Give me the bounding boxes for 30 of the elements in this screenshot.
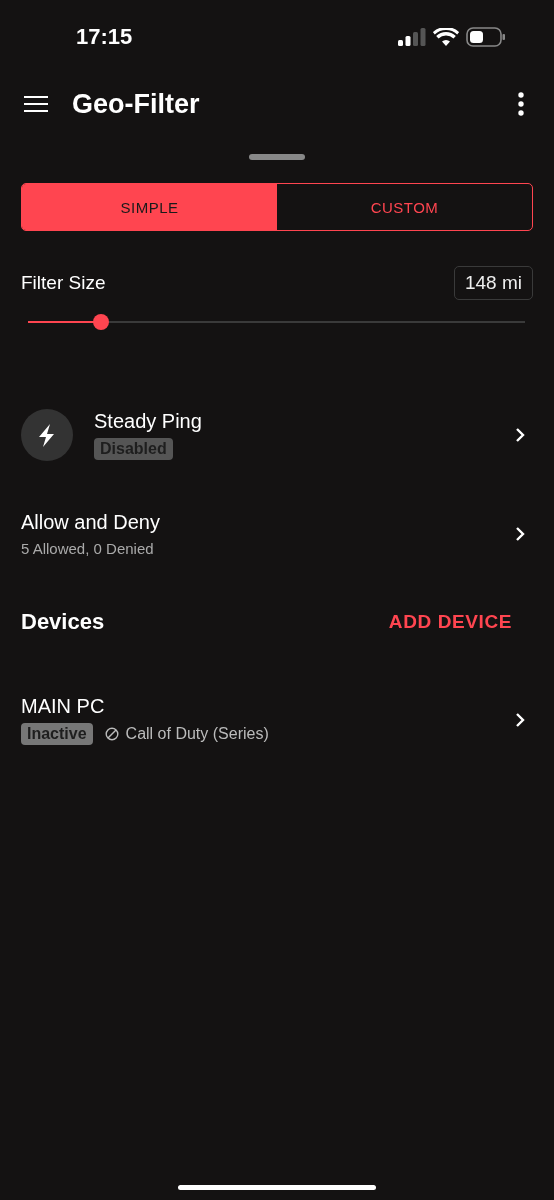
add-device-button[interactable]: ADD DEVICE <box>388 611 512 633</box>
more-icon[interactable] <box>518 92 524 116</box>
status-badge: Disabled <box>94 438 173 460</box>
game-label: Call of Duty (Series) <box>125 725 269 743</box>
section-heading: Devices <box>21 609 105 635</box>
wifi-icon <box>433 27 459 47</box>
slider-thumb[interactable] <box>93 314 110 330</box>
item-title: Steady Ping <box>94 410 202 433</box>
item-title: Allow and Deny <box>21 511 160 534</box>
device-name: MAIN PC <box>21 695 105 718</box>
segment-tab[interactable]: CUSTOM <box>277 184 532 230</box>
chevron-right-icon <box>514 525 526 543</box>
battery-icon <box>466 27 506 47</box>
filter-size-label: Filter Size <box>21 272 106 294</box>
list-item[interactable]: Steady Ping Disabled <box>0 409 554 461</box>
blocked-icon <box>104 727 119 741</box>
menu-icon[interactable] <box>24 95 48 113</box>
status-time: 17:15 <box>76 24 133 50</box>
device-item[interactable]: MAIN PC Inactive Call of Duty (Series) <box>0 695 554 745</box>
list-item[interactable]: Allow and Deny 5 Allowed, 0 Denied <box>0 511 554 557</box>
filter-size-value: 148 mi <box>453 266 533 300</box>
chevron-right-icon <box>514 711 526 729</box>
segment-tab[interactable]: SIMPLE <box>22 184 277 230</box>
chevron-right-icon <box>514 426 526 444</box>
lightning-icon <box>21 409 73 461</box>
item-subtitle: 5 Allowed, 0 Denied <box>21 540 154 557</box>
sheet-handle[interactable] <box>249 154 305 160</box>
signal-icon <box>398 28 426 46</box>
status-badge: Inactive <box>21 723 93 745</box>
app-title: Geo-Filter <box>72 88 201 120</box>
